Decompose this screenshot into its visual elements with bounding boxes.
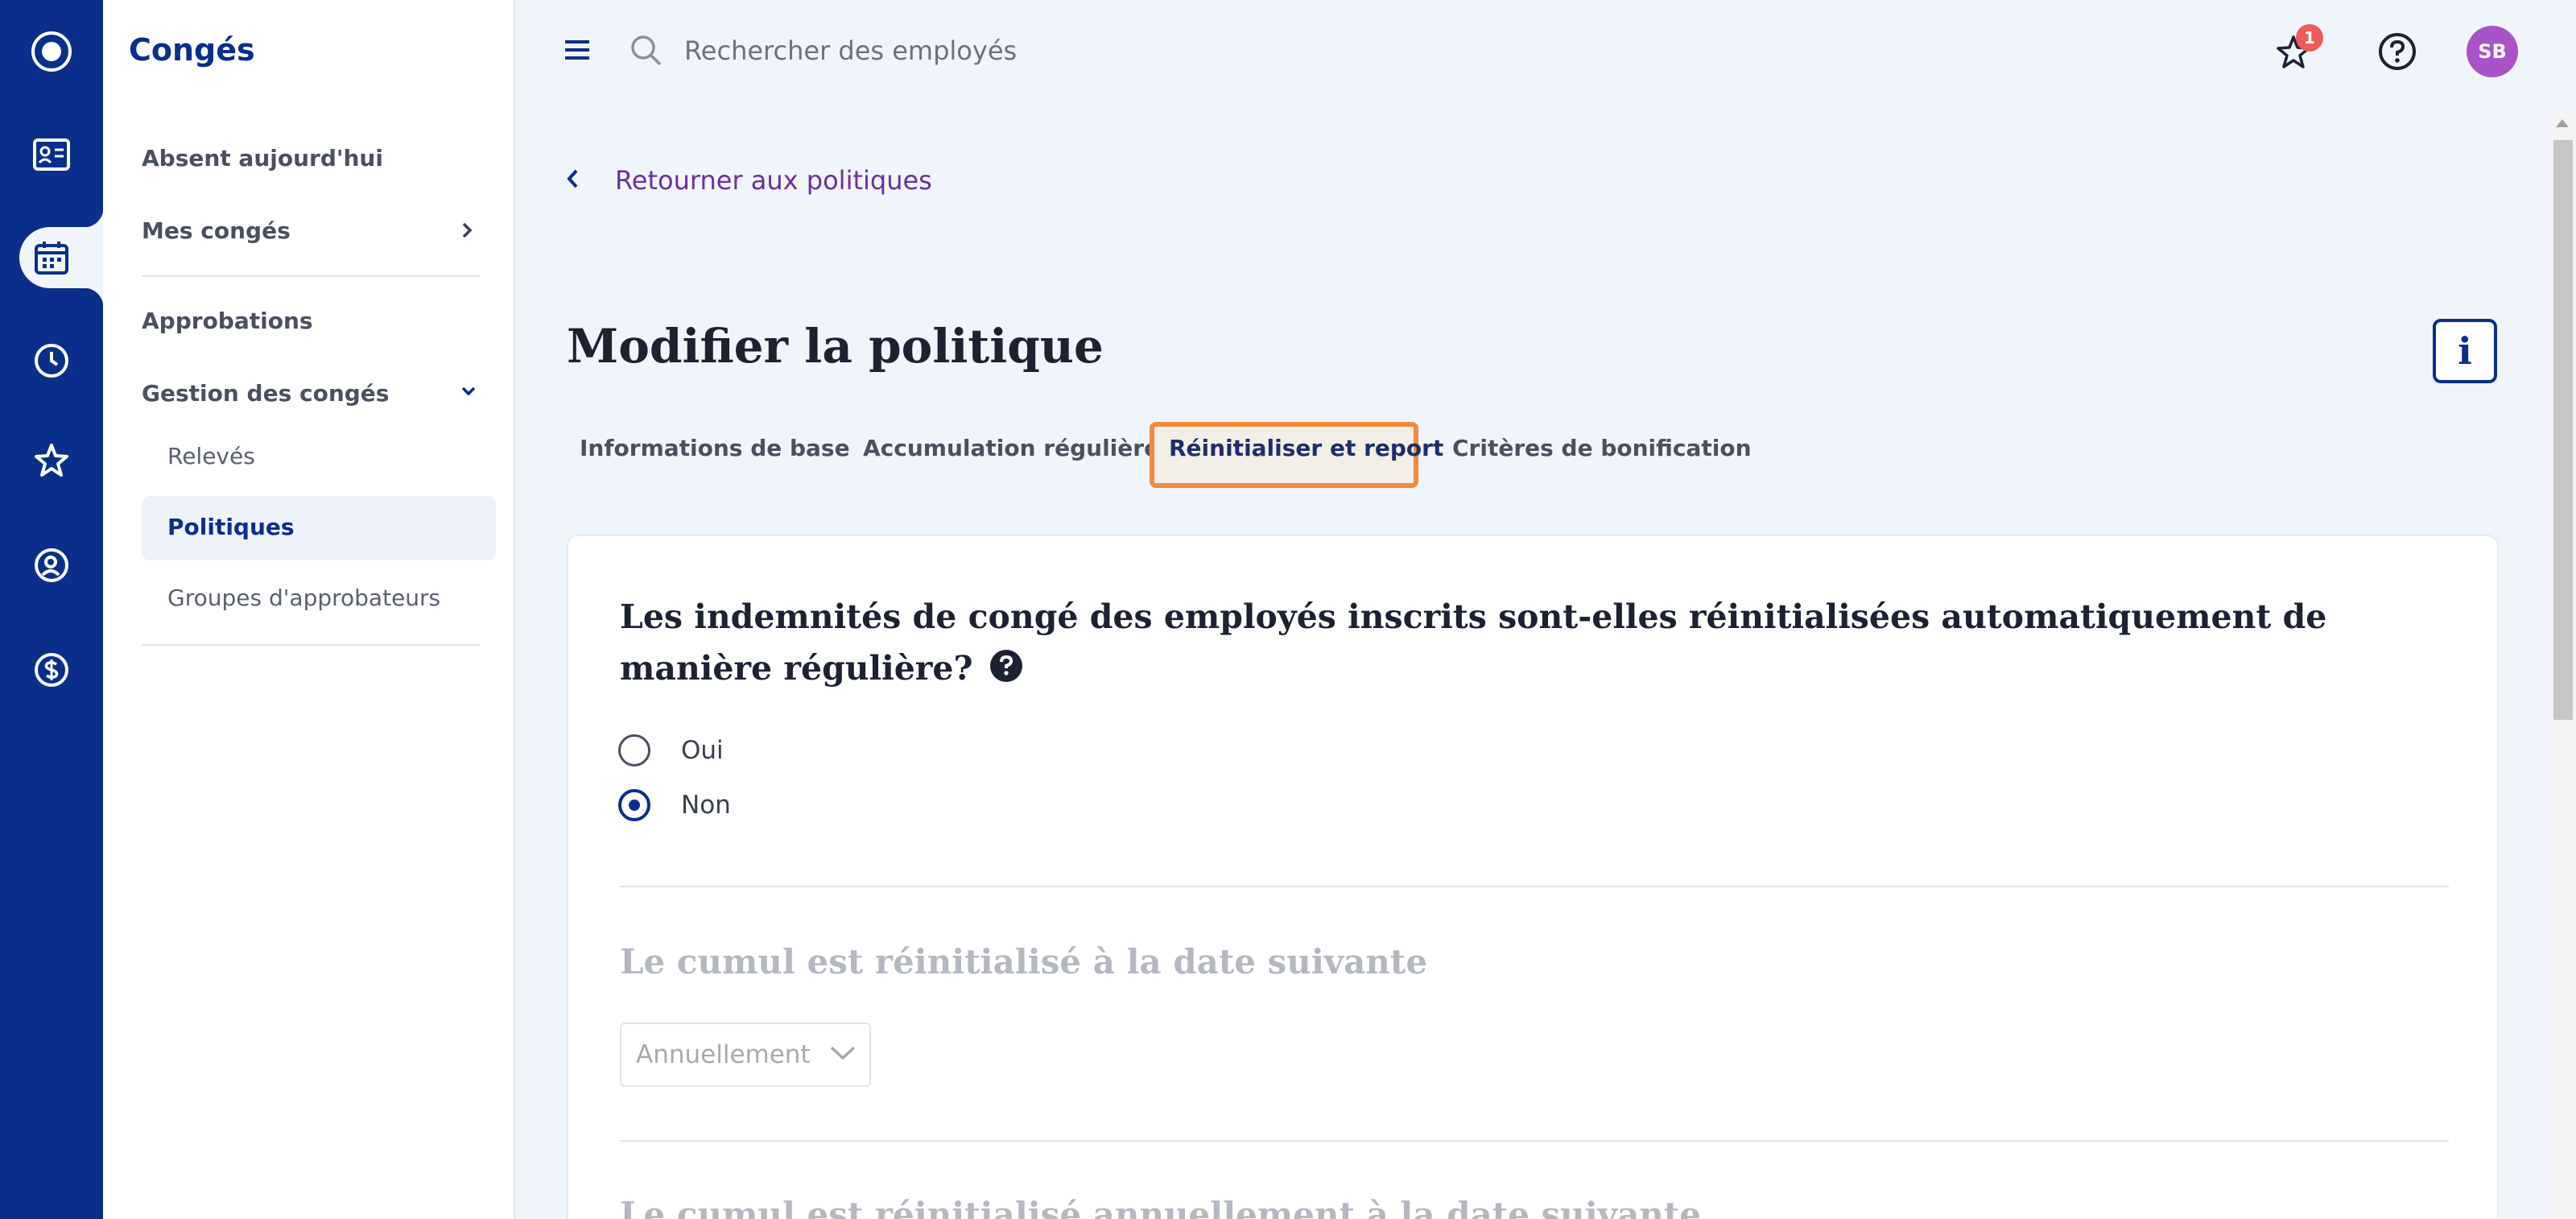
- app-rail: [0, 0, 103, 1219]
- radio-no-label: Non: [681, 791, 731, 820]
- policy-form-card: Les indemnités de congé des employés ins…: [567, 535, 2499, 1219]
- reset-frequency-value: Annuellement: [636, 1040, 811, 1069]
- page-scrollbar[interactable]: [2549, 113, 2576, 1219]
- sidebar-title: Congés: [129, 32, 255, 68]
- section-divider: [620, 1140, 2449, 1142]
- clock-icon[interactable]: [0, 329, 103, 393]
- chevron-down-icon[interactable]: [457, 380, 480, 406]
- avatar[interactable]: SB: [2467, 26, 2518, 77]
- sidebar-divider: [142, 275, 480, 277]
- chevron-left-icon: [564, 165, 583, 196]
- chevron-down-icon: [828, 1043, 857, 1066]
- calendar-icon[interactable]: [0, 225, 103, 290]
- reset-question-text: Les indemnités de congé des employés ins…: [620, 597, 2327, 688]
- reset-question: Les indemnités de congé des employés ins…: [620, 591, 2471, 697]
- search-input[interactable]: Rechercher des employés: [684, 35, 1017, 66]
- sidebar-subitem-policies[interactable]: Politiques: [167, 514, 295, 540]
- tab-reset-carryover[interactable]: Réinitialiser et report: [1169, 435, 1443, 461]
- info-button[interactable]: i: [2433, 319, 2497, 383]
- radio-yes[interactable]: [618, 734, 650, 767]
- sidebar-item-leave-management[interactable]: Gestion des congés: [142, 380, 389, 407]
- radio-no[interactable]: [618, 789, 650, 821]
- radio-option-no[interactable]: Non: [618, 789, 731, 821]
- sidebar-item-approvals[interactable]: Approbations: [142, 308, 313, 334]
- logo-icon[interactable]: [0, 19, 103, 84]
- help-icon[interactable]: [2378, 32, 2417, 74]
- tab-bonus-criteria[interactable]: Critères de bonification: [1452, 435, 1752, 461]
- page-title: Modifier la politique: [567, 319, 1104, 374]
- annual-reset-date-heading: Le cumul est réinitialisé annuellement à…: [620, 1195, 1701, 1219]
- id-card-icon[interactable]: [0, 122, 103, 187]
- reset-date-heading: Le cumul est réinitialisé à la date suiv…: [620, 942, 1428, 981]
- back-to-policies-link[interactable]: Retourner aux politiques: [564, 165, 932, 196]
- top-bar: Rechercher des employés: [517, 0, 2576, 103]
- user-search-icon[interactable]: [0, 533, 103, 597]
- reset-frequency-select: Annuellement: [620, 1023, 871, 1087]
- secondary-sidebar: Congés Absent aujourd'hui Mes congés App…: [103, 0, 515, 1219]
- sidebar-subitem-statements[interactable]: Relevés: [167, 443, 255, 469]
- scrollbar-thumb[interactable]: [2553, 140, 2573, 720]
- sidebar-subitem-approver-groups[interactable]: Groupes d'approbateurs: [167, 585, 440, 611]
- sidebar-item-absent-today[interactable]: Absent aujourd'hui: [142, 145, 383, 171]
- question-help-icon[interactable]: [989, 646, 1023, 697]
- dollar-icon[interactable]: [0, 638, 103, 702]
- section-divider: [620, 886, 2449, 887]
- tab-basic-info[interactable]: Informations de base: [580, 435, 850, 461]
- star-icon[interactable]: [0, 428, 103, 493]
- tab-regular-accrual[interactable]: Accumulation régulière: [863, 435, 1159, 461]
- search-icon[interactable]: [630, 34, 663, 71]
- back-link-label: Retourner aux politiques: [615, 165, 932, 196]
- notification-badge: 1: [2296, 24, 2323, 52]
- radio-yes-label: Oui: [681, 736, 724, 765]
- scroll-up-arrow-icon[interactable]: [2556, 119, 2569, 127]
- sidebar-divider: [142, 644, 480, 646]
- hamburger-menu-icon[interactable]: [564, 39, 591, 64]
- radio-option-yes[interactable]: Oui: [618, 734, 724, 767]
- chevron-right-icon[interactable]: [457, 219, 477, 245]
- sidebar-item-my-leaves[interactable]: Mes congés: [142, 217, 291, 244]
